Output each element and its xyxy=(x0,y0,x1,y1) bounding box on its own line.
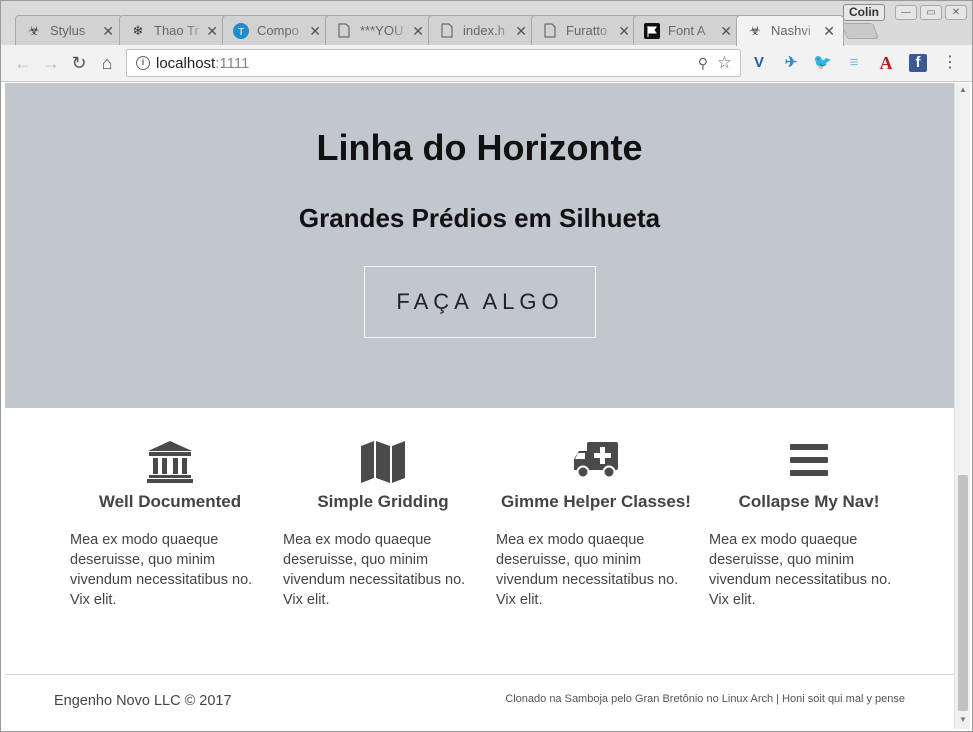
features-section: Well Documented Mea ex modo quaeque dese… xyxy=(5,408,954,674)
feature-text: Mea ex modo quaeque deseruisse, quo mini… xyxy=(496,532,679,608)
flag-icon xyxy=(644,23,660,39)
facebook-icon[interactable]: f xyxy=(909,54,927,72)
more-menu-icon[interactable]: ⋮ xyxy=(942,54,958,72)
close-tab-icon[interactable]: ✕ xyxy=(412,23,424,39)
feature-text: Mea ex modo quaeque deseruisse, quo mini… xyxy=(709,532,892,608)
extension-lines-icon[interactable]: ≡ xyxy=(845,54,863,72)
document-icon xyxy=(542,23,558,39)
document-icon xyxy=(336,23,352,39)
tab-nashville-active[interactable]: ☣ Nashvi ✕ xyxy=(736,15,844,46)
footer-copyright: Engenho Novo LLC © 2017 xyxy=(54,693,232,709)
close-tab-icon[interactable]: ✕ xyxy=(618,23,630,39)
tab-title: Furatto xyxy=(566,23,608,38)
tab-index[interactable]: index.h ✕ xyxy=(428,15,536,45)
ambulance-icon xyxy=(496,440,696,486)
tab-title: Stylus xyxy=(50,23,86,38)
scrollbar-thumb[interactable] xyxy=(958,475,968,711)
zoom-icon[interactable]: ⚲ xyxy=(698,55,708,72)
extension-bird-icon[interactable]: ✈ xyxy=(782,54,800,72)
bank-icon xyxy=(70,440,270,486)
home-icon[interactable]: ⌂ xyxy=(97,53,117,73)
url-host: localhost xyxy=(156,55,216,72)
hero-subtitle: Grandes Prédios em Silhueta xyxy=(298,203,661,233)
feature-title: Collapse My Nav! xyxy=(738,492,880,511)
biohazard-icon: ☣ xyxy=(28,23,40,38)
maximize-icon[interactable]: ▭ xyxy=(920,5,942,20)
tab-furatto[interactable]: Furatto ✕ xyxy=(531,15,639,45)
map-icon xyxy=(283,440,483,486)
tab-title: ***YOU xyxy=(360,23,404,38)
extension-v-icon[interactable]: V xyxy=(750,54,768,72)
url-text[interactable]: localhost:1111 xyxy=(156,55,249,72)
footer-credit: Clonado na Samboja pelo Gran Bretônio no… xyxy=(505,693,905,705)
profile-button[interactable]: Colin xyxy=(843,4,885,21)
hamburger-menu-icon xyxy=(709,440,909,486)
bookmark-star-icon[interactable]: ☆ xyxy=(717,53,732,73)
close-tab-icon[interactable]: ✕ xyxy=(102,23,114,39)
tab-font-awesome[interactable]: Font A ✕ xyxy=(633,15,741,45)
browser-window: ☣ Stylus ✕ ❄ Thao Tr ✕ T Compo ✕ ***YOU … xyxy=(0,0,973,732)
feature-title: Simple Gridding xyxy=(317,492,449,511)
close-tab-icon[interactable]: ✕ xyxy=(515,23,527,39)
page-footer: Engenho Novo LLC © 2017 Clonado na Sambo… xyxy=(5,674,954,729)
t-circle-icon: T xyxy=(233,23,249,39)
feature-title: Well Documented xyxy=(98,492,242,511)
browser-toolbar: ← → ↻ ⌂ i localhost:1111 ⚲ ☆ V ✈ 🐦 ≡ A f… xyxy=(1,45,972,82)
close-window-icon[interactable]: ✕ xyxy=(945,5,967,20)
hero-title: Linha do Horizonte xyxy=(316,127,643,168)
tab-title: index.h xyxy=(463,23,505,38)
tab-title: Nashvi xyxy=(771,23,811,38)
feature-text: Mea ex modo quaeque deseruisse, quo mini… xyxy=(70,532,253,608)
tab-thao[interactable]: ❄ Thao Tr ✕ xyxy=(119,15,227,45)
tab-you[interactable]: ***YOU ✕ xyxy=(325,15,433,45)
tab-title: Font A xyxy=(668,23,706,38)
cta-button[interactable]: FAÇA ALGO xyxy=(364,266,596,338)
vertical-scrollbar[interactable]: ▲ ▼ xyxy=(954,83,970,729)
tab-title: Compo xyxy=(257,23,299,38)
scroll-down-icon[interactable]: ▼ xyxy=(959,715,967,724)
feature-text: Mea ex modo quaeque deseruisse, quo mini… xyxy=(283,532,466,608)
new-tab-button[interactable] xyxy=(841,23,879,39)
tab-title: Thao Tr xyxy=(154,23,199,38)
svg-text:T: T xyxy=(238,27,244,38)
url-port: :1111 xyxy=(215,55,250,72)
snowflake-icon: ❄ xyxy=(132,23,144,38)
close-tab-icon[interactable]: ✕ xyxy=(823,23,835,39)
close-tab-icon[interactable]: ✕ xyxy=(206,23,218,39)
tab-strip: ☣ Stylus ✕ ❄ Thao Tr ✕ T Compo ✕ ***YOU … xyxy=(1,1,972,46)
minimize-icon[interactable]: — xyxy=(895,5,917,20)
close-tab-icon[interactable]: ✕ xyxy=(720,23,732,39)
scroll-up-icon[interactable]: ▲ xyxy=(959,85,967,94)
address-bar[interactable]: i localhost:1111 ⚲ ☆ xyxy=(126,49,741,77)
twitter-icon[interactable]: 🐦 xyxy=(813,54,832,72)
reload-icon[interactable]: ↻ xyxy=(69,53,89,73)
info-icon[interactable]: i xyxy=(136,56,150,70)
page-viewport: Linha do Horizonte Grandes Prédios em Si… xyxy=(5,83,954,729)
extension-a-icon[interactable]: A xyxy=(877,54,895,72)
tab-compo[interactable]: T Compo ✕ xyxy=(222,15,330,45)
back-arrow-icon[interactable]: ← xyxy=(13,53,33,73)
document-icon xyxy=(439,23,455,39)
tab-stylus[interactable]: ☣ Stylus ✕ xyxy=(15,15,123,45)
forward-arrow-icon[interactable]: → xyxy=(41,53,61,73)
biohazard-icon: ☣ xyxy=(749,23,761,38)
close-tab-icon[interactable]: ✕ xyxy=(309,23,321,39)
hero-section: Linha do Horizonte Grandes Prédios em Si… xyxy=(5,83,954,408)
feature-title: Gimme Helper Classes! xyxy=(501,492,691,511)
